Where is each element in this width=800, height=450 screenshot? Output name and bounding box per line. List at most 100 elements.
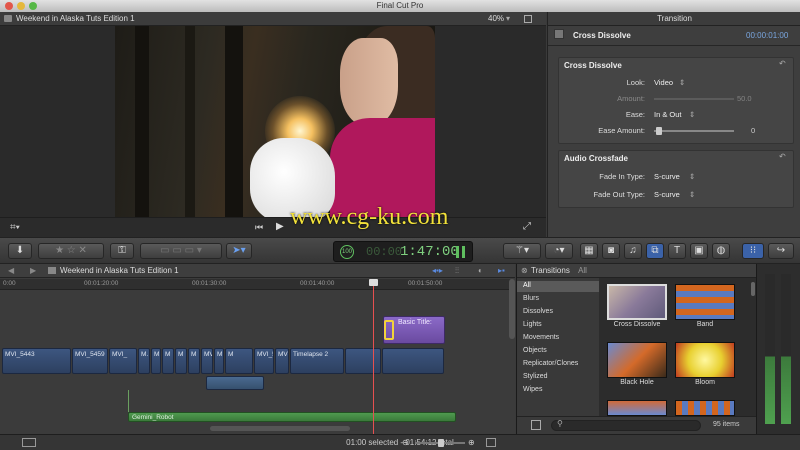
video-clip[interactable]: M [188, 348, 200, 374]
category-item[interactable]: Objects [523, 347, 547, 354]
playhead[interactable] [373, 279, 374, 434]
zoom-slider-knob[interactable] [438, 439, 444, 447]
timeline-project-title: Weekend in Alaska Tuts Edition 1 [60, 266, 179, 275]
category-item[interactable]: Dissolves [523, 308, 553, 315]
connected-clip[interactable] [206, 376, 264, 390]
ease-amount-value[interactable]: 0 [751, 124, 755, 138]
clip-appearance-icon[interactable] [486, 438, 496, 447]
reset-icon[interactable]: ↶ [779, 152, 786, 161]
photos-button[interactable]: ◙ [602, 243, 620, 259]
select-tool-button[interactable]: ➤▾ [226, 243, 252, 259]
transition-thumbnail[interactable] [607, 284, 667, 320]
minimize-window-button[interactable] [17, 2, 25, 10]
category-item[interactable]: Wipes [523, 386, 542, 393]
transition-thumbnail[interactable] [675, 400, 735, 416]
fade-out-row: Fade Out Type: S-curve ⇕ [559, 188, 795, 202]
transition-label[interactable]: Band [665, 321, 745, 328]
reset-icon[interactable]: ↶ [779, 59, 786, 68]
amount-value[interactable]: 50.0 [737, 92, 752, 106]
category-item[interactable]: All [523, 282, 531, 289]
forward-arrow-icon[interactable]: ▶ [30, 264, 36, 278]
timeline-scrollbar[interactable] [509, 279, 515, 339]
dashboard-timecode[interactable]: 100 00:00 1:47:00 [333, 241, 473, 262]
zoom-in-icon[interactable]: ⊕ [468, 435, 475, 450]
transition-thumbnail[interactable] [675, 284, 735, 320]
timeline-index-icon[interactable] [22, 438, 36, 447]
video-clip[interactable]: MVI_5459 [72, 348, 108, 374]
sidebar-toggle-icon[interactable] [531, 420, 541, 430]
audio-meter-mini [456, 246, 459, 258]
video-clip[interactable] [345, 348, 381, 374]
play-icon[interactable]: ▶ [276, 221, 284, 232]
transition-thumbnail[interactable] [675, 342, 735, 378]
video-clip[interactable]: M. [138, 348, 150, 374]
playhead-handle[interactable] [369, 279, 378, 286]
video-clip[interactable] [382, 348, 444, 374]
timeline-ruler[interactable]: 0:00 00:01:20:00 00:01:30:00 00:01:40:00… [0, 279, 510, 290]
share-button[interactable]: ↪ [768, 243, 794, 259]
transform-icon[interactable]: ⌗▾ [10, 222, 20, 233]
transition-thumbnail[interactable] [607, 342, 667, 378]
keyword-button[interactable]: ⚿ [110, 243, 134, 259]
audio-skimming-icon[interactable]: ⫶⫶ [455, 264, 459, 278]
music-button[interactable]: ♫ [624, 243, 642, 259]
ruler-tick: 00:01:30:00 [192, 280, 227, 287]
category-item[interactable]: Replicator/Clones [523, 360, 578, 367]
viewer-zoom[interactable]: 40% [488, 12, 504, 26]
clip-skimming-icon[interactable]: ◂▪▸ [432, 264, 443, 278]
audio-clip[interactable]: Gemini_Robot [128, 412, 456, 422]
video-clip[interactable]: M. [151, 348, 161, 374]
amount-slider[interactable] [654, 98, 734, 100]
category-item[interactable]: Stylized [523, 373, 548, 380]
close-window-button[interactable] [5, 2, 13, 10]
video-clip[interactable]: M [214, 348, 224, 374]
view-options-icon[interactable] [524, 15, 532, 23]
video-clip[interactable]: MVI_5461 [254, 348, 274, 374]
fade-out-popup[interactable]: S-curve [654, 188, 680, 202]
zoom-out-icon[interactable]: ⊖ [402, 435, 409, 450]
video-clip[interactable]: MVI_ [109, 348, 137, 374]
video-clip[interactable]: M [175, 348, 187, 374]
fullscreen-icon[interactable]: ⤢ [523, 221, 531, 232]
titles-button[interactable]: T [668, 243, 686, 259]
video-clip[interactable]: MVI_5443 [2, 348, 71, 374]
slider-knob[interactable] [656, 127, 662, 135]
ease-amount-slider[interactable] [654, 130, 734, 132]
import-button[interactable]: ⬇ [8, 243, 32, 259]
video-clip[interactable]: M [162, 348, 174, 374]
inspector-toggle-button[interactable]: ⁝⁝ [742, 243, 764, 259]
ease-popup[interactable]: In & Out [654, 108, 682, 122]
themes-button[interactable]: ◍ [712, 243, 730, 259]
transitions-button[interactable]: ⧉ [646, 243, 664, 259]
category-item[interactable]: Lights [523, 321, 542, 328]
enhance-button[interactable]: ⚚▾ [503, 243, 541, 259]
close-icon[interactable]: ⊗ [521, 264, 528, 278]
generators-button[interactable]: ▣ [690, 243, 708, 259]
video-clip[interactable]: MVI_ [201, 348, 213, 374]
zoom-dropdown-icon[interactable]: ▾ [506, 12, 510, 26]
search-input[interactable] [551, 420, 701, 431]
browser-filter[interactable]: All [578, 266, 587, 275]
retime-icon: ◔▾ [553, 245, 565, 256]
transition-thumbnail[interactable] [607, 400, 667, 416]
media-browser-button[interactable]: ▦ [580, 243, 598, 259]
category-item[interactable]: Movements [523, 334, 559, 341]
rating-buttons[interactable]: ★ ☆ ✕ [38, 243, 104, 259]
zoom-window-button[interactable] [29, 2, 37, 10]
transition-label[interactable]: Bloom [665, 379, 745, 386]
back-arrow-icon[interactable]: ◀ [8, 264, 14, 278]
background-tasks-indicator[interactable]: 100 [340, 245, 354, 259]
previous-frame-icon[interactable]: ⏮ [255, 222, 263, 233]
edit-buttons[interactable]: ▭ ▭ ▭ ▾ [140, 243, 222, 259]
look-popup[interactable]: Video [654, 76, 673, 90]
video-clip[interactable]: MVI_5461 [275, 348, 289, 374]
snapping-icon[interactable]: ▸▪ [498, 264, 505, 278]
browser-scrollbar[interactable] [751, 282, 755, 296]
timeline-horizontal-scrollbar[interactable] [210, 426, 350, 431]
category-item[interactable]: Blurs [523, 295, 539, 302]
retime-button[interactable]: ◔▾ [545, 243, 573, 259]
video-clip[interactable]: Timelapse 2 [290, 348, 344, 374]
video-clip[interactable]: M [225, 348, 253, 374]
solo-icon[interactable]: ◐ [478, 264, 483, 278]
fade-in-popup[interactable]: S-curve [654, 170, 680, 184]
